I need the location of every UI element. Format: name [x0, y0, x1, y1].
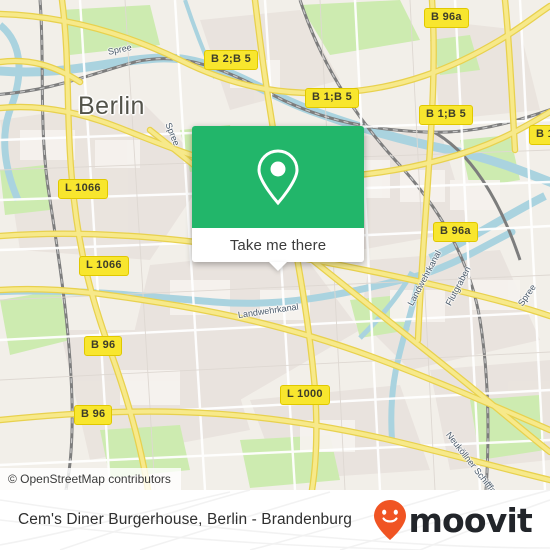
road-shield: L 1000 — [280, 385, 330, 405]
moovit-logo[interactable]: moovit — [373, 499, 533, 541]
map-canvas[interactable]: B 96a B 2;B 5 B 1;B 5 B 1;B 5 B 1 L 1066 B 96a… — [0, 0, 550, 490]
bottom-info-bar: Cem's Diner Burgerhouse, Berlin - Brande… — [0, 490, 550, 550]
road-shield: B 96 — [74, 405, 113, 425]
map-city-label: Berlin — [78, 92, 145, 120]
road-shield: B 96a — [433, 222, 478, 242]
road-shield: B 96 — [84, 336, 123, 356]
road-shield: B 96a — [424, 8, 469, 28]
map-pin-icon — [257, 149, 299, 206]
osm-attribution-text: © OpenStreetMap contributors — [8, 472, 171, 486]
road-shield: L 1066 — [79, 256, 129, 276]
popup-icon-panel — [192, 126, 364, 228]
road-shield: B 2;B 5 — [204, 50, 258, 70]
moovit-wordmark: moovit — [408, 500, 532, 540]
road-shield: B 1;B 5 — [419, 105, 473, 125]
road-shield: B 1;B 5 — [305, 88, 359, 108]
popup-pointer-tail — [269, 262, 287, 271]
location-popup-card[interactable]: Take me there — [192, 126, 364, 271]
osm-attribution[interactable]: © OpenStreetMap contributors — [0, 468, 181, 490]
location-title: Cem's Diner Burgerhouse, Berlin - Brande… — [18, 511, 352, 528]
moovit-smiley-pin-icon — [374, 500, 407, 540]
road-shield: B 1 — [529, 125, 550, 145]
take-me-there-label: Take me there — [229, 236, 327, 254]
popup-action-bar[interactable]: Take me there — [192, 228, 364, 271]
road-shield: L 1066 — [58, 179, 108, 199]
